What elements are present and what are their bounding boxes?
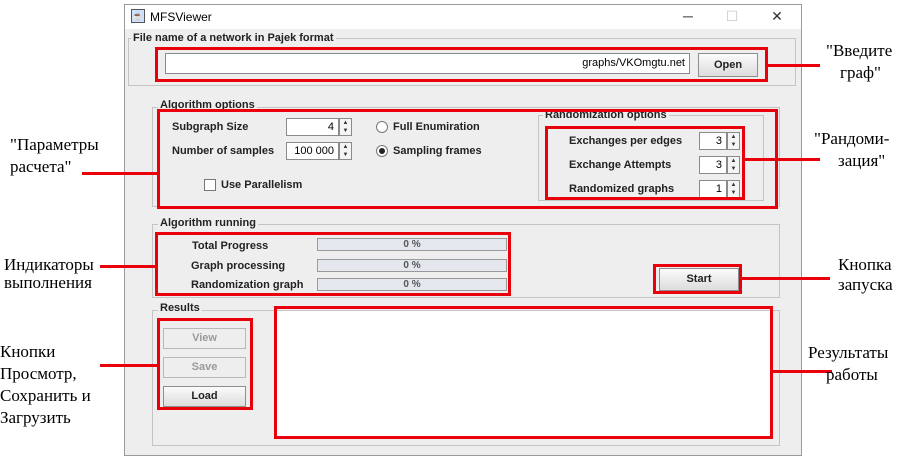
results-highlight bbox=[274, 306, 773, 439]
start-highlight bbox=[653, 264, 742, 294]
file-pointer-line bbox=[768, 64, 820, 67]
minimize-icon[interactable]: ─ bbox=[678, 7, 698, 25]
annotation-buttons-1: Кнопки bbox=[0, 342, 56, 361]
file-input-highlight bbox=[155, 47, 768, 82]
maximize-icon: ☐ bbox=[725, 8, 739, 24]
annotation-params-2: расчета" bbox=[10, 157, 72, 176]
randomization-highlight bbox=[545, 126, 745, 200]
annotation-random-2: зация" bbox=[838, 151, 886, 170]
algorithm-running-title: Algorithm running bbox=[158, 217, 258, 229]
results-title: Results bbox=[158, 302, 202, 314]
annotation-buttons-4: Загрузить bbox=[0, 408, 71, 427]
results-pointer-line bbox=[772, 370, 832, 373]
annotation-graph-input-1: "Введите bbox=[826, 41, 893, 60]
annotation-graph-input-2: граф" bbox=[840, 63, 881, 82]
file-group-title: File name of a network in Pajek format bbox=[131, 32, 336, 44]
annotation-start-2: запуска bbox=[838, 275, 893, 294]
window-title: MFSViewer bbox=[150, 10, 212, 24]
title-bar bbox=[125, 5, 801, 29]
annotation-params-1: "Параметры bbox=[10, 135, 99, 154]
buttons-highlight bbox=[157, 318, 253, 410]
annotation-random-1: "Рандоми- bbox=[814, 129, 890, 148]
buttons-pointer-line bbox=[100, 364, 158, 367]
params-pointer-line bbox=[82, 172, 158, 175]
random-pointer-line bbox=[745, 158, 820, 161]
annotation-results-1: Результаты bbox=[808, 343, 889, 362]
annotation-buttons-2: Просмотр, bbox=[0, 364, 77, 383]
progress-highlight bbox=[155, 232, 511, 296]
java-app-icon: ☕ bbox=[131, 9, 145, 23]
annotation-buttons-3: Сохранить и bbox=[0, 386, 91, 405]
progress-pointer-line bbox=[100, 265, 156, 268]
close-icon[interactable]: ✕ bbox=[767, 7, 787, 25]
start-pointer-line bbox=[742, 277, 830, 280]
annotation-start-1: Кнопка bbox=[838, 255, 892, 274]
annotation-results-2: работы bbox=[826, 365, 878, 384]
annotation-progress-2: выполнения bbox=[4, 273, 92, 292]
